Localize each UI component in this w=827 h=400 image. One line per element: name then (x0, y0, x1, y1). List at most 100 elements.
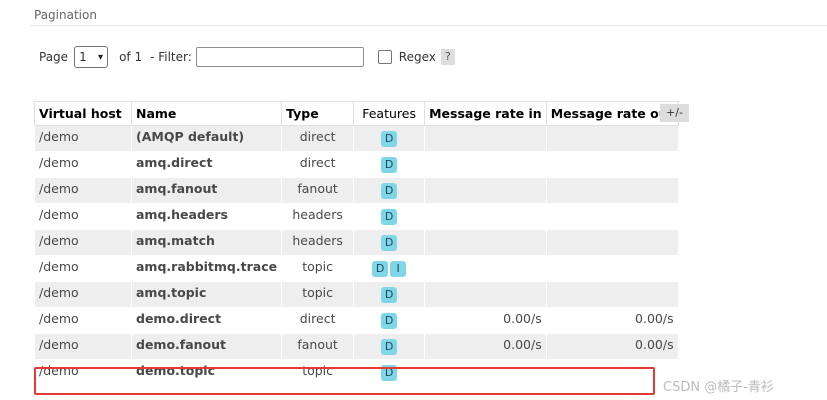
column-header-features: Features (353, 101, 426, 126)
exchange-name-link[interactable]: demo.fanout (130, 333, 283, 360)
cell-features: D (353, 307, 426, 334)
table-row: /demo amq.direct direct D (34, 151, 679, 178)
column-toggle-button[interactable]: +/- (660, 104, 689, 122)
cell-rate-out (545, 177, 679, 204)
cell-virtual-host: /demo (34, 281, 132, 308)
cell-rate-in (424, 125, 547, 152)
exchange-name-link[interactable]: amq.fanout (130, 177, 283, 204)
cell-virtual-host: /demo (34, 307, 132, 334)
regex-checkbox[interactable] (377, 50, 392, 64)
cell-features: D (353, 229, 426, 256)
cell-rate-in: 0.00/s (424, 333, 547, 360)
table-row: /demo amq.topic topic D (34, 281, 679, 308)
table-row: /demo demo.fanout fanout D 0.00/s 0.00/s (34, 333, 679, 360)
cell-rate-in: 0.00/s (424, 307, 547, 334)
durable-badge: D (381, 313, 398, 329)
exchange-name-link[interactable]: amq.headers (130, 203, 283, 230)
durable-badge: D (381, 209, 398, 225)
filter-label: - Filter: (150, 50, 192, 64)
durable-badge: D (381, 235, 398, 251)
exchange-name-link[interactable]: (AMQP default) (130, 125, 283, 152)
cell-type: topic (281, 281, 355, 308)
cell-features: D (353, 281, 426, 308)
cell-type: direct (281, 307, 355, 334)
exchanges-table: Virtual host Name Type Features Message … (34, 101, 679, 386)
exchange-name-link[interactable]: demo.direct (130, 307, 283, 334)
cell-virtual-host: /demo (34, 229, 132, 256)
cell-rate-out (545, 203, 679, 230)
page-select-value: 1 (79, 50, 87, 64)
exchange-name-link[interactable]: demo.topic (130, 359, 283, 386)
cell-features: D (353, 177, 426, 204)
watermark: CSDN @橘子-青衫 (663, 380, 774, 395)
regex-help-button[interactable]: ? (440, 49, 455, 65)
page-select[interactable]: 1 ▾ (74, 46, 109, 68)
durable-badge: D (381, 287, 398, 303)
internal-badge: I (390, 261, 407, 277)
cell-rate-out (545, 255, 679, 282)
column-header-message-rate-in[interactable]: Message rate in (424, 101, 547, 126)
durable-badge: D (381, 339, 398, 355)
cell-virtual-host: /demo (34, 333, 132, 360)
cell-type: direct (281, 125, 355, 152)
table-row: /demo amq.rabbitmq.trace topic D I (34, 255, 679, 282)
cell-rate-out: 0.00/s (545, 307, 679, 334)
cell-rate-in (424, 151, 547, 178)
table-header-row: Virtual host Name Type Features Message … (34, 101, 679, 126)
cell-type: direct (281, 151, 355, 178)
durable-badge: D (372, 261, 389, 277)
cell-type: fanout (281, 177, 355, 204)
column-header-message-rate-out[interactable]: Message rate out (545, 101, 679, 126)
section-title-pagination: Pagination (34, 8, 97, 22)
exchange-name-link[interactable]: amq.topic (130, 281, 283, 308)
filter-input[interactable] (195, 47, 364, 67)
table-row: /demo amq.headers headers D (34, 203, 679, 230)
cell-rate-out: 0.00/s (545, 333, 679, 360)
cell-rate-in (424, 229, 547, 256)
cell-type: fanout (281, 333, 355, 360)
column-header-virtual-host[interactable]: Virtual host (34, 101, 132, 126)
table-row: /demo amq.fanout fanout D (34, 177, 679, 204)
cell-features: D (353, 359, 426, 386)
cell-virtual-host: /demo (34, 203, 132, 230)
cell-features: D (353, 151, 426, 178)
cell-features: D (353, 125, 426, 152)
table-row: /demo (AMQP default) direct D (34, 125, 679, 152)
durable-badge: D (381, 131, 398, 147)
cell-virtual-host: /demo (34, 359, 132, 386)
page-label: Page (39, 50, 69, 64)
cell-features: D (353, 333, 426, 360)
cell-virtual-host: /demo (34, 125, 132, 152)
exchange-name-link[interactable]: amq.direct (130, 151, 283, 178)
chevron-down-icon: ▾ (98, 51, 104, 63)
cell-rate-out (545, 125, 679, 152)
cell-virtual-host: /demo (34, 177, 132, 204)
exchange-name-link[interactable]: amq.match (130, 229, 283, 256)
cell-type: headers (281, 203, 355, 230)
durable-badge: D (381, 183, 398, 199)
page-count-label: of 1 (119, 50, 143, 64)
cell-rate-out (545, 281, 679, 308)
cell-rate-out (545, 359, 679, 386)
table-row: /demo amq.match headers D (34, 229, 679, 256)
durable-badge: D (381, 365, 398, 381)
regex-label: Regex (398, 50, 436, 64)
exchange-name-link[interactable]: amq.rabbitmq.trace (130, 255, 283, 282)
cell-virtual-host: /demo (34, 151, 132, 178)
column-header-type[interactable]: Type (281, 101, 355, 126)
table-row: /demo demo.direct direct D 0.00/s 0.00/s (34, 307, 679, 334)
cell-features: DI (353, 255, 426, 282)
cell-rate-in (424, 255, 547, 282)
durable-badge: D (381, 157, 398, 173)
cell-rate-in (424, 359, 547, 386)
section-divider (30, 25, 827, 26)
cell-rate-out (545, 151, 679, 178)
cell-rate-out (545, 229, 679, 256)
cell-features: D (353, 203, 426, 230)
column-header-name[interactable]: Name (130, 101, 283, 126)
cell-type: headers (281, 229, 355, 256)
cell-type: topic (281, 255, 355, 282)
table-row: /demo demo.topic topic D (34, 359, 679, 386)
cell-rate-in (424, 177, 547, 204)
cell-rate-in (424, 281, 547, 308)
